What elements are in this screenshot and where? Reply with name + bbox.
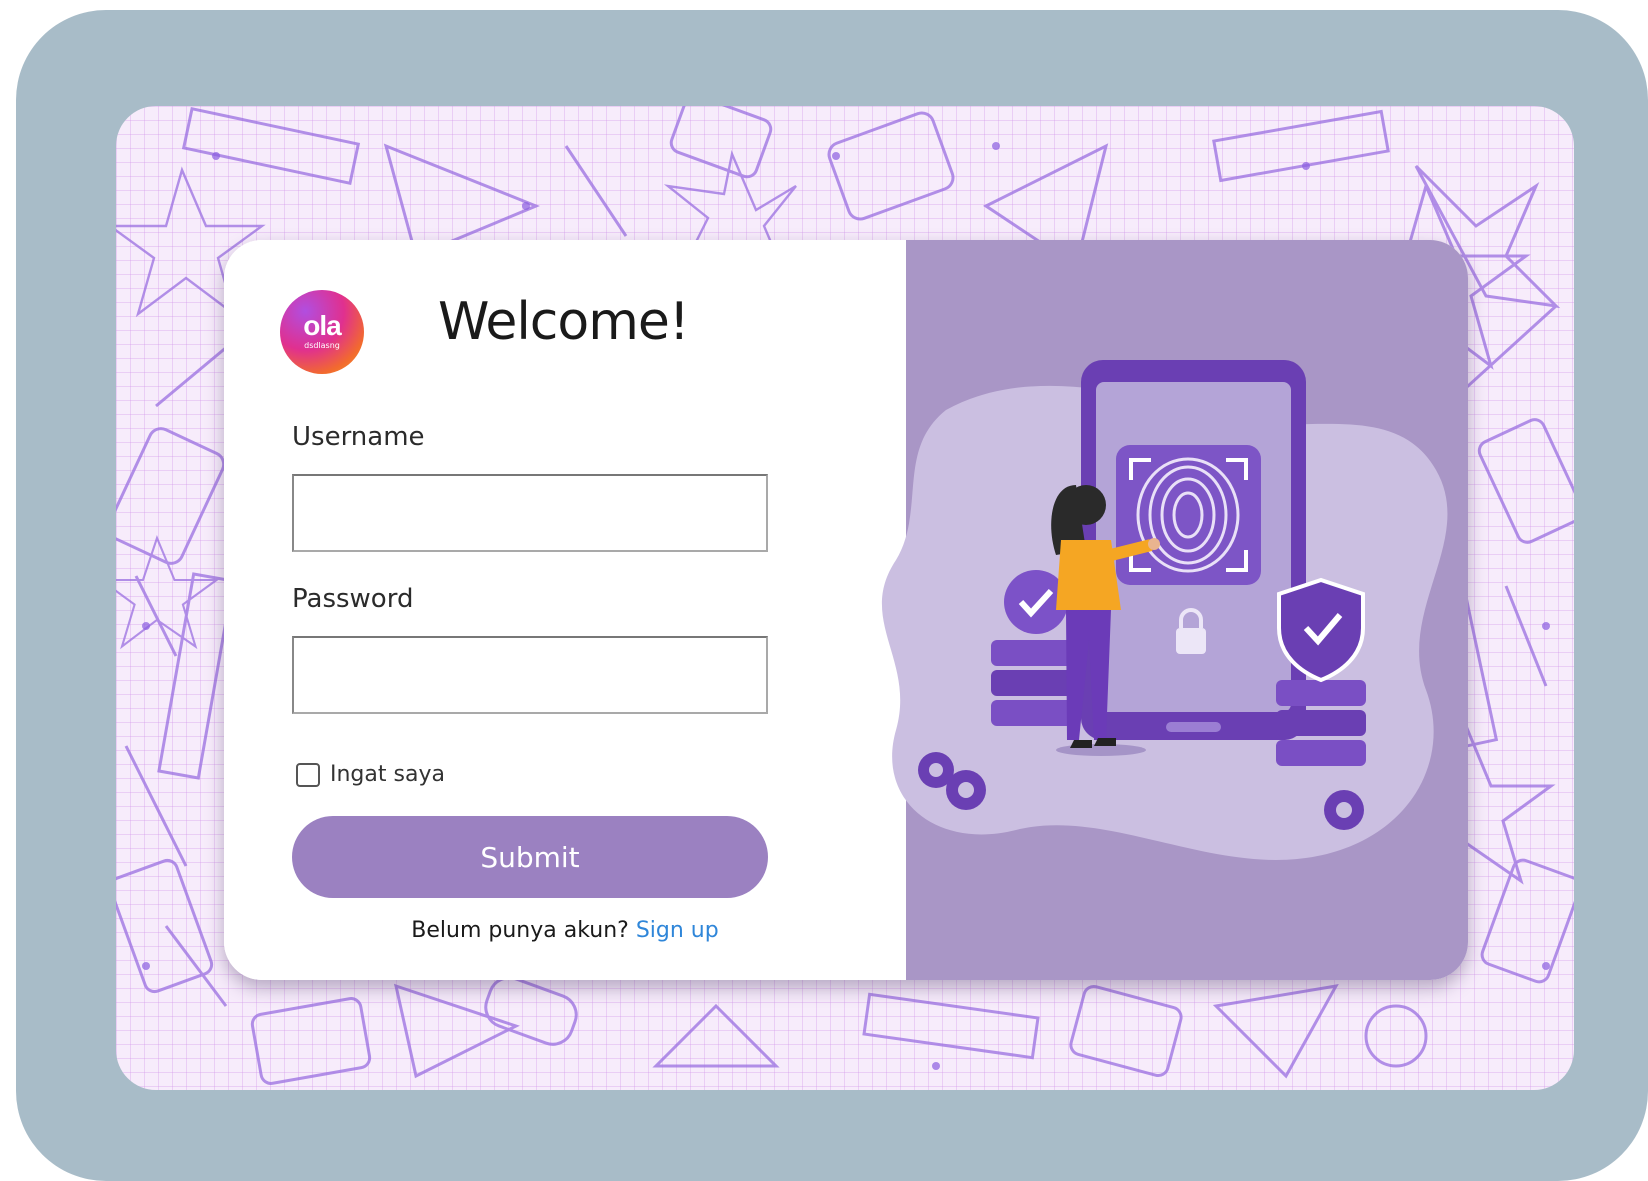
remember-me-checkbox[interactable] [296,762,320,787]
signup-row: Belum punya akun? Sign up [224,918,906,943]
server-icon [991,640,1076,726]
username-input[interactable] [292,474,768,552]
password-input[interactable] [292,636,768,714]
signup-link[interactable]: Sign up [636,918,719,943]
remember-me-row[interactable]: Ingat saya [296,762,445,787]
page-title: Welcome! [438,292,690,352]
login-card: ola dsdlasng Welcome! Username Password … [224,240,1468,980]
logo-brand-text: ola [303,310,341,341]
server-icon [1276,680,1366,766]
logo-sub-text: dsdlasng [304,341,340,350]
signup-prompt: Belum punya akun? [411,918,629,943]
security-illustration [881,360,1448,860]
login-form-panel: ola dsdlasng Welcome! Username Password … [224,240,906,980]
illustration-panel [881,240,1468,980]
username-label: Username [292,422,425,452]
submit-button[interactable]: Submit [292,816,768,898]
ola-logo: ola dsdlasng [280,290,364,374]
password-label: Password [292,584,414,614]
fingerprint-icon [1116,445,1261,585]
remember-me-label: Ingat saya [330,762,445,787]
